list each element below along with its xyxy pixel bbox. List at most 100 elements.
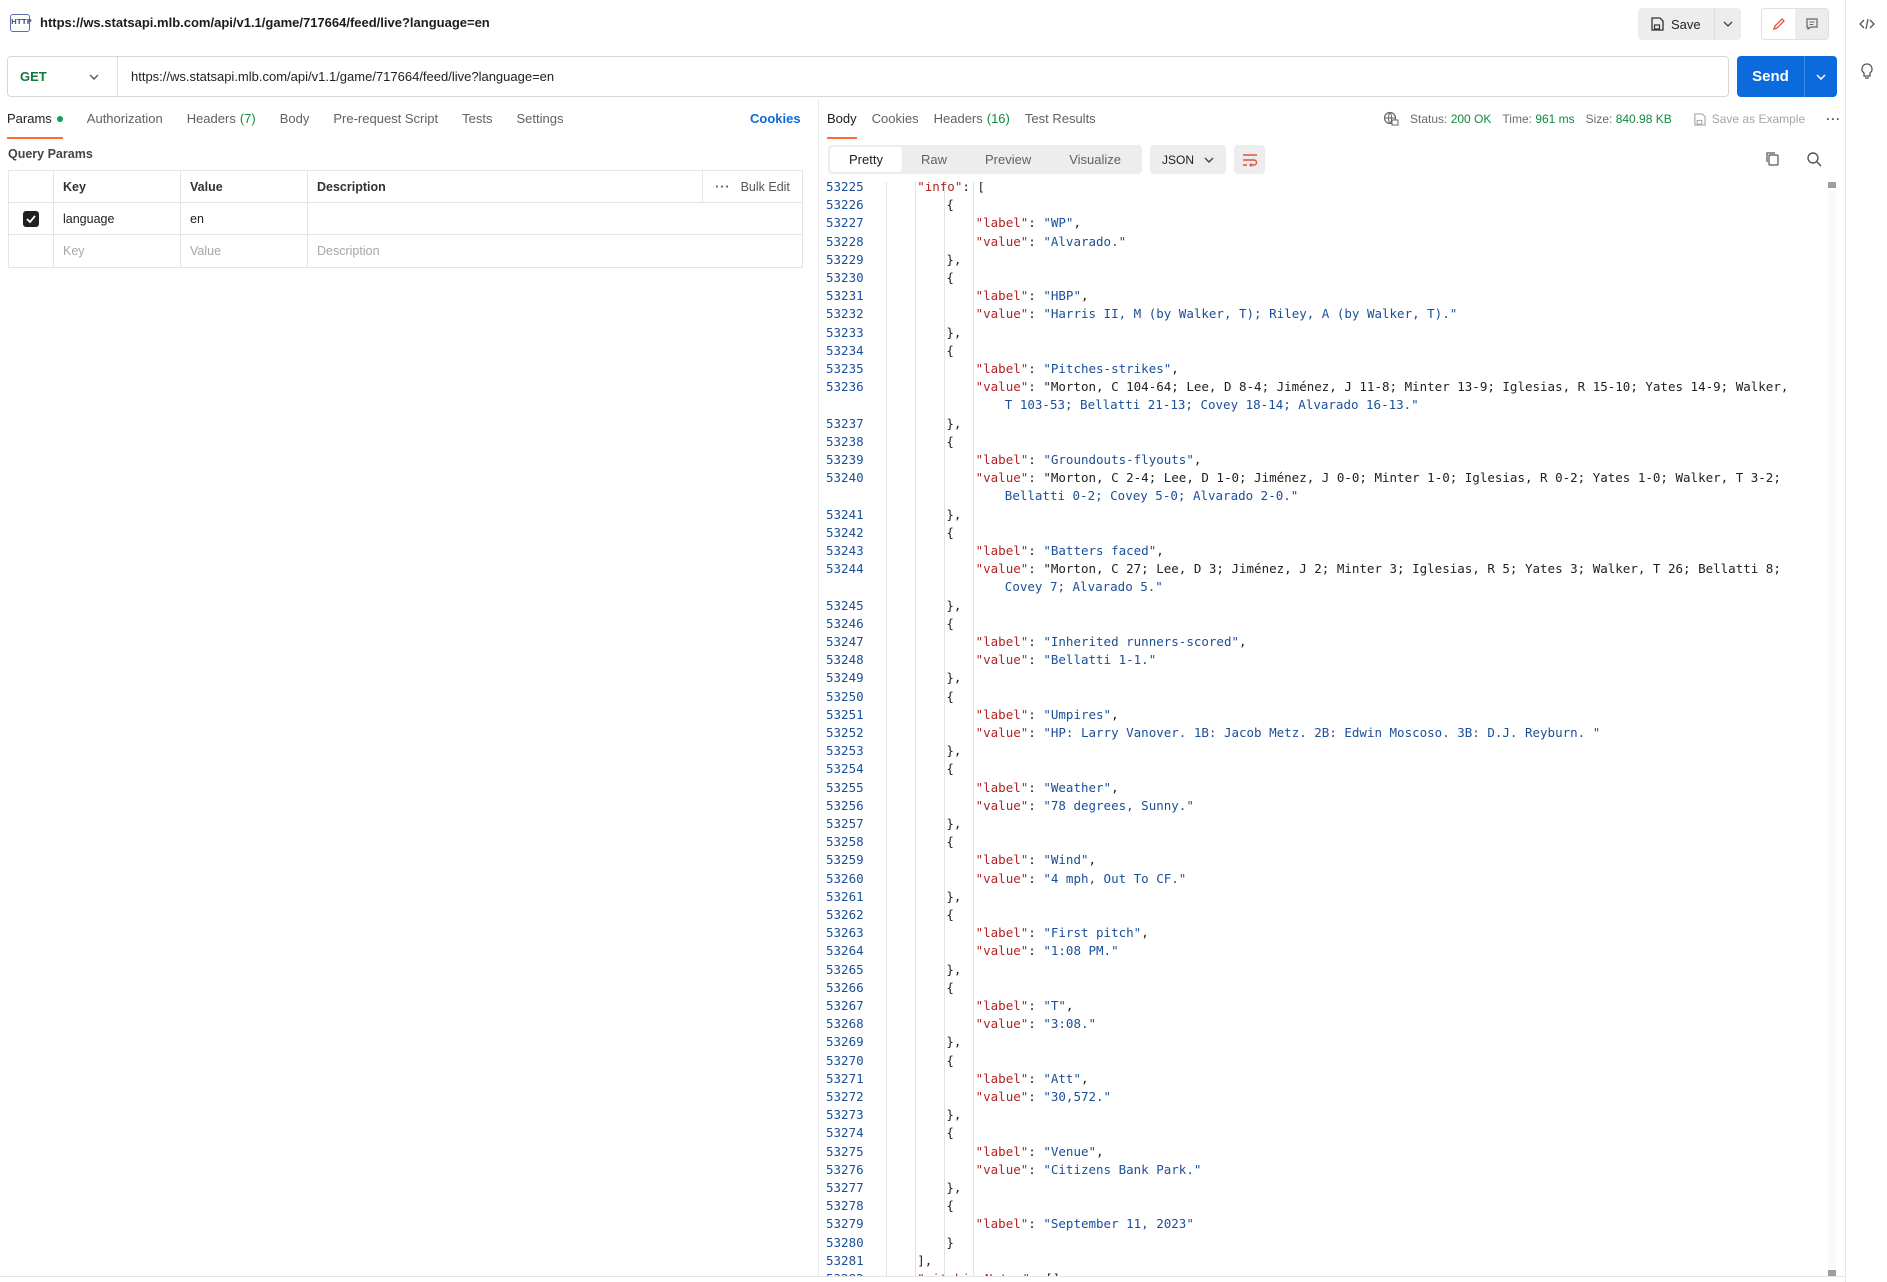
- tab-test-results[interactable]: Test Results: [1025, 111, 1096, 139]
- pane-divider[interactable]: [818, 100, 819, 1282]
- new-value-input[interactable]: Value: [181, 235, 308, 267]
- new-key-input[interactable]: Key: [54, 235, 181, 267]
- code-line: 53251 "label": "Umpires",: [826, 706, 1826, 724]
- more-options-icon[interactable]: ···: [1826, 112, 1841, 126]
- code-text: {: [946, 197, 954, 213]
- code-text: T 103-53; Bellatti 21-13; Covey 18-14; A…: [1004, 397, 1419, 413]
- code-line: 53249},: [826, 669, 1826, 687]
- param-description[interactable]: [308, 203, 802, 234]
- code-text: {: [946, 342, 954, 358]
- code-line: 53237},: [826, 415, 1826, 433]
- send-button[interactable]: Send: [1737, 56, 1805, 97]
- param-value[interactable]: en: [181, 203, 308, 234]
- method-select[interactable]: GET: [8, 57, 118, 96]
- save-as-example-label: Save as Example: [1711, 112, 1806, 126]
- tab-response-cookies[interactable]: Cookies: [872, 111, 919, 139]
- lightbulb-icon[interactable]: [1858, 63, 1876, 81]
- code-text: {: [946, 979, 954, 995]
- editor-mode-toggle: [1761, 8, 1829, 40]
- tab-settings[interactable]: Settings: [516, 111, 563, 139]
- cookies-link[interactable]: Cookies: [750, 111, 801, 126]
- code-text: "value": "Harris II, M (by Walker, T); R…: [975, 306, 1458, 322]
- code-icon[interactable]: [1858, 15, 1876, 33]
- view-visualize[interactable]: Visualize: [1050, 147, 1140, 172]
- code-text: },: [946, 1034, 962, 1050]
- line-number: 53271: [826, 1070, 864, 1086]
- code-line: 53265},: [826, 961, 1826, 979]
- code-line: 53230 {: [826, 269, 1826, 287]
- request-title[interactable]: https://ws.statsapi.mlb.com/api/v1.1/gam…: [40, 15, 490, 30]
- line-number: 53269: [826, 1034, 864, 1050]
- response-scrollbar[interactable]: [1828, 182, 1836, 1276]
- view-raw[interactable]: Raw: [902, 147, 966, 172]
- response-json-viewer[interactable]: 53225 "info": [53226{53227 "label": "WP", 5…: [826, 182, 1829, 1276]
- table-row-new: Key Value Description: [9, 235, 802, 267]
- tab-authorization[interactable]: Authorization: [87, 111, 163, 139]
- comment-icon: [1805, 18, 1818, 31]
- line-number: 53233: [826, 324, 864, 340]
- code-line: 53232 "value": "Harris II, M (by Walker, …: [826, 305, 1826, 323]
- code-line: 53254 {: [826, 760, 1826, 778]
- code-text: "value": "Morton, C 2-4; Lee, D 1-0; Jim…: [975, 470, 1781, 486]
- view-preview[interactable]: Preview: [966, 147, 1050, 172]
- code-line: 53264 "value": "1:08 PM.": [826, 942, 1826, 960]
- tab-tests[interactable]: Tests: [462, 111, 492, 139]
- network-globe-icon[interactable]: [1383, 111, 1399, 127]
- code-line: 53281],: [826, 1252, 1826, 1270]
- query-params-table: Key Value Description ··· Bulk Edit lang…: [8, 170, 803, 268]
- copy-icon[interactable]: [1765, 151, 1781, 167]
- save-button[interactable]: Save: [1638, 8, 1715, 40]
- code-text: Covey 7; Alvarado 5.": [1004, 579, 1163, 595]
- code-text: {: [946, 1125, 954, 1141]
- code-text: "value": "Citizens Bank Park.": [975, 1161, 1202, 1177]
- save-as-example-button[interactable]: Save as Example: [1693, 112, 1805, 126]
- scroll-up-arrow[interactable]: [1828, 182, 1836, 188]
- code-text: },: [946, 251, 962, 267]
- wrap-lines-button[interactable]: [1234, 145, 1266, 174]
- tab-pre-request-script[interactable]: Pre-request Script: [333, 111, 438, 139]
- comment-mode-button[interactable]: [1795, 9, 1828, 39]
- param-checkbox[interactable]: [9, 203, 54, 234]
- edit-mode-button[interactable]: [1762, 9, 1795, 39]
- code-text: },: [946, 816, 962, 831]
- line-number: 53225: [826, 182, 864, 194]
- tab-response-headers[interactable]: Headers (16): [934, 111, 1010, 139]
- tab-label: Params: [7, 111, 52, 126]
- format-select[interactable]: JSON: [1150, 145, 1227, 174]
- param-key[interactable]: language: [54, 203, 181, 234]
- view-pretty[interactable]: Pretty: [830, 147, 902, 172]
- code-text: "label": "Wind",: [975, 852, 1097, 868]
- code-text: },: [946, 888, 962, 904]
- size-info[interactable]: Size: 840.98 KB: [1586, 112, 1672, 126]
- send-dropdown-button[interactable]: [1805, 56, 1837, 97]
- code-text: },: [946, 743, 962, 759]
- query-params-title: Query Params: [8, 147, 93, 161]
- line-number: 53273: [826, 1107, 864, 1123]
- code-line: 53226 {: [826, 196, 1826, 214]
- code-line: 53236 "value": "Morton, C 104-64; Lee, D …: [826, 378, 1826, 396]
- save-dropdown-button[interactable]: [1715, 8, 1741, 40]
- check-icon: [23, 210, 39, 227]
- tab-headers[interactable]: Headers (7): [187, 111, 256, 139]
- tab-label: Body: [827, 111, 857, 126]
- tab-params[interactable]: Params: [7, 111, 63, 139]
- tab-response-body[interactable]: Body: [827, 111, 857, 139]
- status-info[interactable]: Status: 200 OK: [1410, 112, 1491, 126]
- code-text: },: [946, 597, 962, 613]
- response-tabs: Body Cookies Headers (16) Test Results: [827, 111, 1111, 139]
- code-text: {: [946, 1052, 954, 1068]
- time-info[interactable]: Time: 961 ms: [1502, 112, 1574, 126]
- code-line: 53252 "value": "HP: Larry Vanover. 1B: Ja…: [826, 724, 1826, 742]
- search-icon[interactable]: [1806, 151, 1822, 167]
- code-line: 53275 "label": "Venue",: [826, 1143, 1826, 1161]
- code-line: T 103-53; Bellatti 21-13; Covey 18-14; A…: [826, 396, 1826, 414]
- url-input[interactable]: https://ws.statsapi.mlb.com/api/v1.1/gam…: [118, 69, 554, 84]
- tab-label: Headers: [186, 111, 236, 126]
- code-line: 53228 "value": "Alvarado.": [826, 233, 1826, 251]
- code-text: "label": "Batters faced",: [975, 543, 1164, 558]
- tab-body[interactable]: Body: [280, 111, 310, 139]
- new-description-input[interactable]: Description: [308, 235, 802, 267]
- line-number: 53249: [826, 670, 864, 686]
- bulk-edit-button[interactable]: ··· Bulk Edit: [702, 171, 802, 202]
- code-line: 53235 "label": "Pitches-strikes",: [826, 360, 1826, 378]
